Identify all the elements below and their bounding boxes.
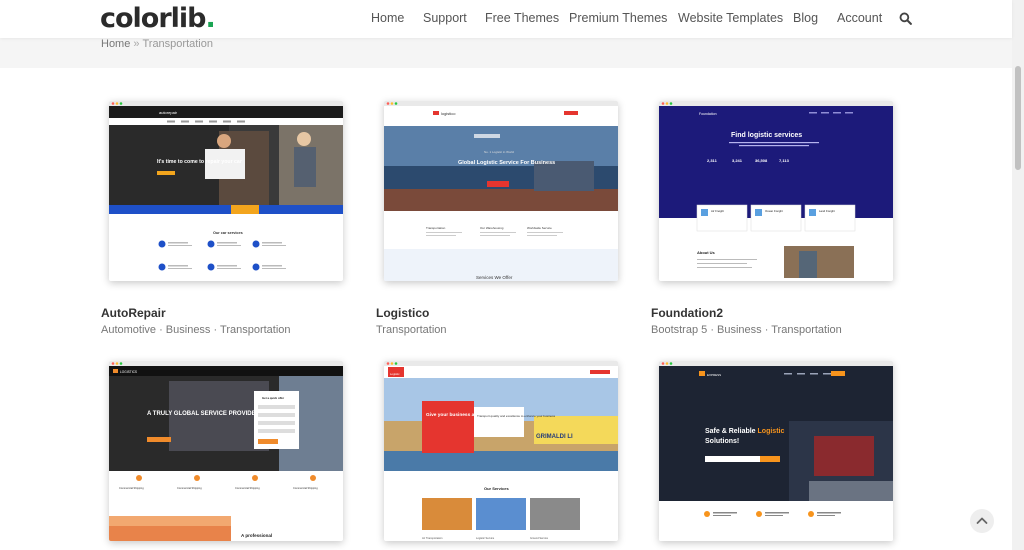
theme-title[interactable]: AutoRepair bbox=[101, 306, 166, 320]
nav-support[interactable]: Support bbox=[423, 11, 467, 25]
logistics-feature-3: Commercial Shipping bbox=[235, 486, 260, 490]
nav-website-templates[interactable]: Website Templates bbox=[678, 11, 783, 25]
logistico-feature-1: Transportation bbox=[426, 226, 446, 230]
logistic-body: Transport quality and excellence to enha… bbox=[477, 414, 556, 418]
logistic-ship-name: GRIMALDI LI bbox=[536, 434, 573, 440]
theme-title[interactable]: Logistico bbox=[376, 306, 429, 320]
logistics-feature-4: Commercial Shipping bbox=[293, 486, 318, 490]
logistico-feature-2: Our Warehousing bbox=[480, 226, 504, 230]
theme-tags[interactable]: Transportation bbox=[376, 324, 447, 336]
scrollbar-thumb[interactable] bbox=[1015, 66, 1021, 170]
express-headline-end: Solutions! bbox=[705, 438, 739, 445]
express-headline: Safe & Reliable bbox=[705, 428, 756, 435]
theme-tags[interactable]: Automotive · Business · Transportation bbox=[101, 324, 291, 336]
search-icon[interactable] bbox=[899, 12, 912, 25]
logistics-screenshot: LOGISTICS A TRULY GLOBAL SERVICE PROVIDE… bbox=[109, 361, 343, 541]
express-headline-accent: Logistic bbox=[758, 428, 785, 435]
autorepair-screenshot: autorepair It's time to come to repair y… bbox=[109, 101, 343, 271]
breadcrumb-separator: » bbox=[133, 38, 140, 50]
autorepair-brand: autorepair bbox=[159, 110, 178, 115]
logistico-headline: Global Logistic Service For Business bbox=[458, 160, 555, 166]
site-header: colorlib. Home Support Free Themes Premi… bbox=[0, 0, 1012, 38]
theme-preview-foundation2[interactable]: Foundation Find logistic services 2,311 … bbox=[659, 101, 893, 281]
express-brand: EXPRESS bbox=[707, 373, 721, 377]
main-nav: Home Support Free Themes Premium Themes … bbox=[0, 11, 1012, 27]
express-screenshot: EXPRESS Safe & Reliable Logistic Solutio… bbox=[659, 361, 893, 541]
logistic-service-2: Logistic Service bbox=[476, 536, 495, 540]
logistics-feature-1: Commercial Shipping bbox=[119, 486, 144, 490]
logistico-section: Services We Offer bbox=[476, 275, 513, 280]
logistic-brand: Logistic bbox=[390, 372, 400, 376]
breadcrumb-bar: Home» Transportation bbox=[0, 38, 1012, 68]
foundation2-box-2: Ocean Freight bbox=[765, 209, 783, 213]
foundation2-stat-2: 3,241 bbox=[732, 158, 743, 163]
foundation2-brand: Foundation bbox=[699, 112, 717, 116]
logistics-brand: LOGISTICS bbox=[120, 370, 137, 374]
foundation2-box-3: Land Freight bbox=[819, 209, 835, 213]
logistic-service-3: Ground Service bbox=[530, 536, 549, 540]
foundation2-stat-3: 36,508 bbox=[755, 158, 768, 163]
nav-account[interactable]: Account bbox=[837, 11, 882, 25]
logistics-headline: A TRULY GLOBAL SERVICE PROVIDER bbox=[147, 411, 261, 417]
foundation2-stat-1: 2,311 bbox=[707, 158, 718, 163]
nav-home[interactable]: Home bbox=[371, 11, 404, 25]
logistic-section: Our Services bbox=[484, 486, 509, 491]
nav-blog[interactable]: Blog bbox=[793, 11, 818, 25]
autorepair-headline: It's time to come to repair your car bbox=[157, 159, 242, 165]
logistico-screenshot: logistico No. 1 Logistic in World Global… bbox=[384, 101, 618, 281]
foundation2-box-1: Air Freight bbox=[711, 209, 724, 213]
svg-text:Safe & Reliable Logistic: Safe & Reliable Logistic bbox=[705, 428, 784, 435]
breadcrumb-home[interactable]: Home bbox=[101, 38, 130, 50]
logistics-feature-2: Commercial Shipping bbox=[177, 486, 202, 490]
logistico-feature-3: Worldwide Service bbox=[527, 226, 552, 230]
logistic-service-1: Air Transportation bbox=[422, 536, 443, 540]
foundation2-stat-4: 7,113 bbox=[779, 158, 790, 163]
breadcrumb: Home» Transportation bbox=[101, 38, 213, 50]
foundation2-headline: Find logistic services bbox=[731, 132, 802, 139]
theme-preview-logistic[interactable]: Logistic GRIMALDI LI Give your business … bbox=[384, 361, 618, 541]
logistics-bottom: A professional bbox=[241, 533, 272, 538]
logistic-screenshot: Logistic GRIMALDI LI Give your business … bbox=[384, 361, 618, 540]
theme-title[interactable]: Foundation2 bbox=[651, 306, 723, 320]
nav-premium-themes[interactable]: Premium Themes bbox=[569, 11, 667, 25]
theme-preview-logistics[interactable]: LOGISTICS A TRULY GLOBAL SERVICE PROVIDE… bbox=[109, 361, 343, 541]
theme-tags[interactable]: Bootstrap 5 · Business · Transportation bbox=[651, 324, 842, 336]
foundation2-screenshot: Foundation Find logistic services 2,311 … bbox=[659, 101, 893, 278]
logistico-tagline: No. 1 Logistic in World bbox=[484, 150, 514, 154]
breadcrumb-current: Transportation bbox=[142, 38, 213, 50]
theme-preview-autorepair[interactable]: autorepair It's time to come to repair y… bbox=[109, 101, 343, 281]
nav-free-themes[interactable]: Free Themes bbox=[485, 11, 559, 25]
theme-preview-logistico[interactable]: logistico No. 1 Logistic in World Global… bbox=[384, 101, 618, 281]
back-to-top-button[interactable] bbox=[970, 509, 994, 533]
foundation2-section: About Us bbox=[697, 250, 716, 255]
logistico-brand: logistico bbox=[441, 111, 456, 116]
autorepair-section: Our car services bbox=[213, 231, 243, 235]
theme-preview-express[interactable]: EXPRESS Safe & Reliable Logistic Solutio… bbox=[659, 361, 893, 541]
chevron-up-icon bbox=[976, 517, 988, 524]
logistics-form-title: Get a quick offer bbox=[262, 396, 285, 400]
